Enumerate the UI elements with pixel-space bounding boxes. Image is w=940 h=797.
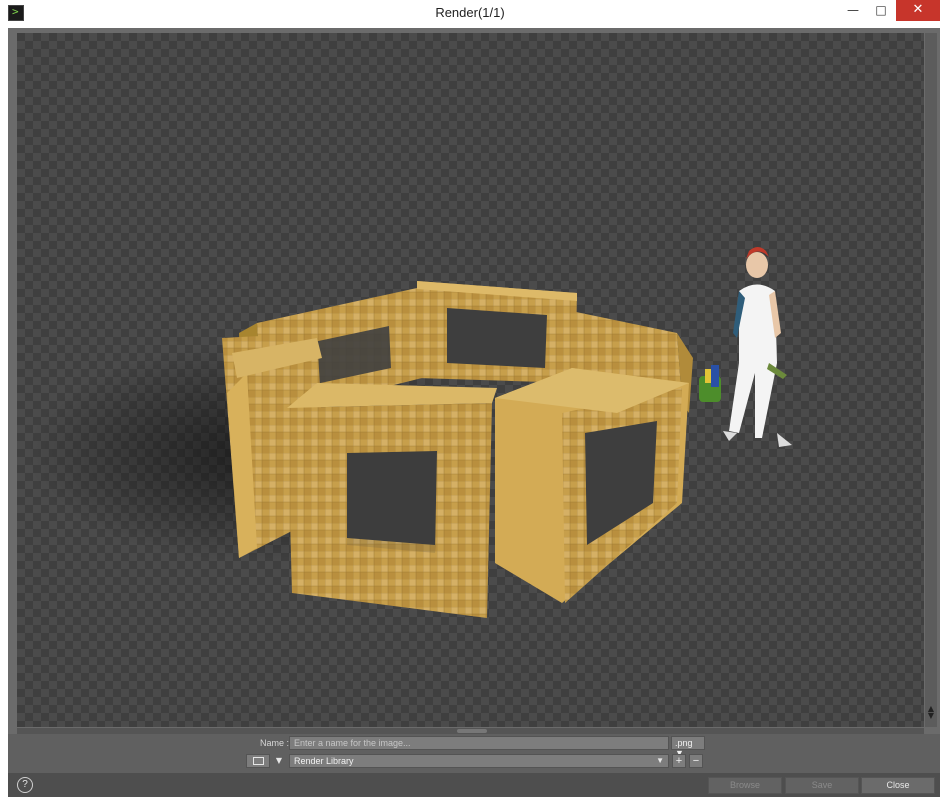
save-button[interactable]: Save: [785, 777, 859, 794]
chevron-down-icon: ▼: [656, 756, 664, 765]
maximize-button[interactable]: □: [866, 0, 896, 21]
close-button[interactable]: Close: [861, 777, 935, 794]
right-box: [495, 368, 689, 603]
library-select[interactable]: Render Library ▼: [289, 754, 669, 768]
help-icon[interactable]: ?: [17, 777, 33, 793]
library-icon-button[interactable]: [246, 754, 270, 768]
painter-figure: [699, 247, 792, 447]
format-select[interactable]: .png ▼: [671, 736, 705, 758]
render-viewport[interactable]: [17, 33, 924, 727]
chevron-down-icon[interactable]: ▼: [272, 754, 286, 768]
window-title: Render(1/1): [435, 5, 505, 20]
render-image: [27, 247, 792, 618]
library-select-value: Render Library: [294, 756, 354, 766]
image-name-input[interactable]: Enter a name for the image...: [289, 736, 669, 750]
title-bar: > Render(1/1) — □ ✕: [0, 0, 940, 28]
back-box-center: [417, 281, 577, 383]
scroll-arrows-icon[interactable]: ▲ ▼: [927, 705, 935, 727]
name-label: Name :: [260, 738, 290, 748]
front-box: [287, 383, 497, 618]
vertical-scrollbar[interactable]: [925, 33, 937, 727]
add-library-button[interactable]: +: [672, 754, 686, 768]
horizontal-scroll-thumb[interactable]: [457, 729, 487, 733]
minimize-button[interactable]: —: [838, 0, 868, 21]
library-icon: [253, 757, 264, 765]
browse-button[interactable]: Browse: [708, 777, 782, 794]
remove-library-button[interactable]: −: [689, 754, 703, 768]
window-close-button[interactable]: ✕: [896, 0, 940, 21]
